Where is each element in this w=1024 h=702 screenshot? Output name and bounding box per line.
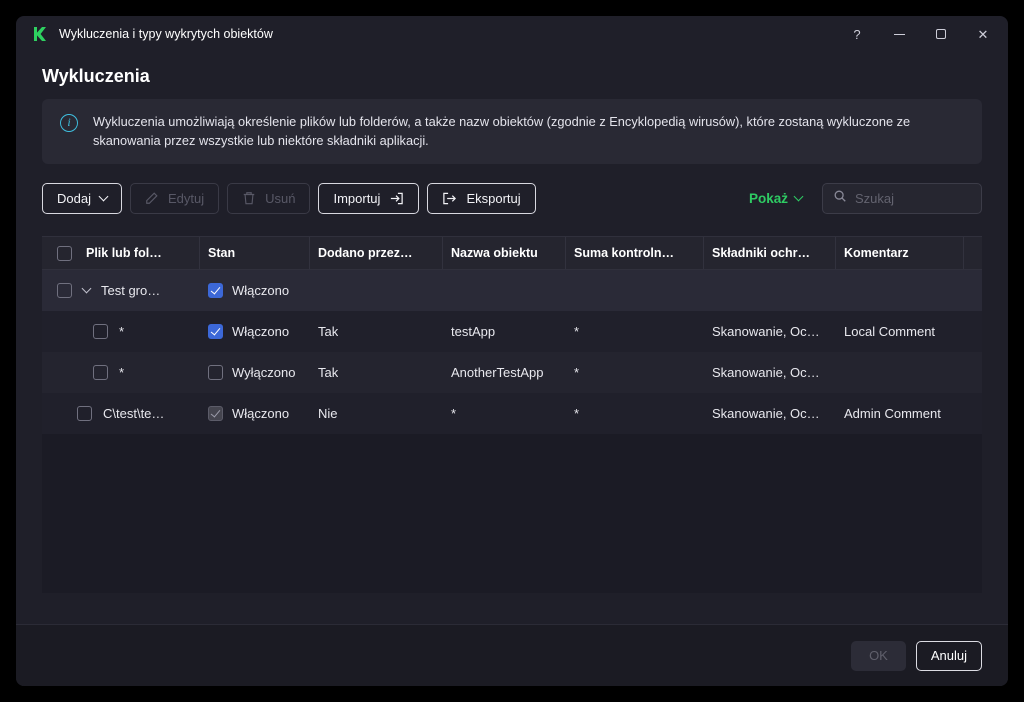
ok-button[interactable]: OK: [851, 641, 906, 671]
comment-value: Admin Comment: [844, 406, 941, 421]
column-header-checksum[interactable]: Suma kontroln…: [566, 237, 704, 269]
add-button[interactable]: Dodaj: [42, 183, 122, 214]
components-value: Skanowanie, Oc…: [712, 406, 820, 421]
row-select-checkbox[interactable]: [57, 283, 72, 298]
added-by-value: Nie: [318, 406, 338, 421]
object-name-value: *: [451, 406, 456, 421]
toolbar-right: Pokaż: [749, 183, 982, 214]
state-label: Włączono: [232, 283, 289, 298]
state-checkbox[interactable]: [208, 283, 223, 298]
state-label: Włączono: [232, 406, 289, 421]
dialog-footer: OK Anuluj: [16, 624, 1008, 686]
state-checkbox[interactable]: [208, 324, 223, 339]
row-select-checkbox[interactable]: [77, 406, 92, 421]
show-filter-button[interactable]: Pokaż: [749, 191, 802, 206]
table-empty-area: [42, 434, 982, 593]
delete-button[interactable]: Usuń: [227, 183, 310, 214]
title-bar: Wykluczenia i typy wykrytych obiektów ? …: [16, 16, 1008, 48]
select-all-checkbox[interactable]: [57, 246, 72, 261]
toolbar: Dodaj Edytuj Usuń Importuj Eksportuj: [42, 182, 982, 214]
state-checkbox[interactable]: [208, 365, 223, 380]
exclusion-path: C\test\te…: [103, 406, 164, 421]
file-name-cell: C\test\te…: [42, 406, 200, 421]
info-banner-text: Wykluczenia umożliwiają określenie plikó…: [93, 113, 964, 150]
chevron-down-icon: [794, 191, 804, 201]
column-header-added-by[interactable]: Dodano przez…: [310, 237, 443, 269]
table-row[interactable]: * Wyłączono Tak AnotherTestApp * Skanowa…: [42, 352, 982, 393]
search-input[interactable]: [855, 191, 971, 206]
column-header-spacer: [964, 237, 982, 269]
search-icon: [833, 189, 847, 208]
state-checkbox[interactable]: [208, 406, 223, 421]
row-select-checkbox[interactable]: [93, 365, 108, 380]
object-name-value: AnotherTestApp: [451, 365, 544, 380]
exclusions-table: Plik lub fol… Stan Dodano przez… Nazwa o…: [42, 236, 982, 593]
export-button[interactable]: Eksportuj: [427, 183, 535, 214]
info-icon: i: [60, 114, 78, 132]
state-cell: Wyłączono: [200, 365, 310, 380]
export-button-label: Eksportuj: [466, 191, 520, 206]
delete-button-label: Usuń: [265, 191, 295, 206]
components-value: Skanowanie, Oc…: [712, 365, 820, 380]
column-header-object-name[interactable]: Nazwa obiektu: [443, 237, 566, 269]
window-controls: ? ✕: [850, 27, 990, 41]
import-button-label: Importuj: [333, 191, 380, 206]
object-name-value: testApp: [451, 324, 495, 339]
import-button[interactable]: Importuj: [318, 183, 419, 214]
edit-button-label: Edytuj: [168, 191, 204, 206]
select-all-cell: [42, 237, 78, 269]
help-button[interactable]: ?: [850, 27, 864, 41]
table-header: Plik lub fol… Stan Dodano przez… Nazwa o…: [42, 236, 982, 270]
minimize-icon: [894, 34, 905, 35]
page-title: Wykluczenia: [42, 64, 982, 89]
cancel-button[interactable]: Anuluj: [916, 641, 982, 671]
state-cell: Włączono: [200, 406, 310, 421]
export-icon: [442, 191, 457, 206]
column-header-file[interactable]: Plik lub fol…: [78, 237, 200, 269]
chevron-down-icon: [99, 191, 109, 201]
table-row[interactable]: C\test\te… Włączono Nie * * Skanowanie, …: [42, 393, 982, 434]
table-row[interactable]: * Włączono Tak testApp * Skanowanie, Oc……: [42, 311, 982, 352]
maximize-button[interactable]: [934, 27, 948, 41]
exclusion-path: *: [119, 365, 124, 380]
app-window: Wykluczenia i typy wykrytych obiektów ? …: [16, 16, 1008, 686]
added-by-value: Tak: [318, 324, 338, 339]
chevron-down-icon[interactable]: [82, 284, 92, 294]
file-name-cell: *: [42, 324, 200, 339]
pencil-icon: [145, 191, 159, 205]
search-box[interactable]: [822, 183, 982, 214]
column-header-components[interactable]: Składniki ochr…: [704, 237, 836, 269]
show-filter-label: Pokaż: [749, 191, 788, 206]
minimize-button[interactable]: [892, 27, 906, 41]
maximize-icon: [936, 29, 946, 39]
edit-button[interactable]: Edytuj: [130, 183, 219, 214]
add-button-label: Dodaj: [57, 191, 91, 206]
import-icon: [389, 191, 404, 206]
exclusion-group-name: Test gro…: [101, 283, 160, 298]
state-cell: Włączono: [200, 283, 310, 298]
column-header-comment[interactable]: Komentarz: [836, 237, 964, 269]
exclusion-path: *: [119, 324, 124, 339]
table-row[interactable]: Test gro… Włączono: [42, 270, 982, 311]
state-label: Wyłączono: [232, 365, 295, 380]
row-select-checkbox[interactable]: [93, 324, 108, 339]
state-cell: Włączono: [200, 324, 310, 339]
window-title: Wykluczenia i typy wykrytych obiektów: [59, 27, 273, 41]
info-banner: i Wykluczenia umożliwiają określenie pli…: [42, 99, 982, 164]
comment-value: Local Comment: [844, 324, 935, 339]
group-name-cell: Test gro…: [42, 283, 200, 298]
checksum-value: *: [574, 365, 579, 380]
checksum-value: *: [574, 324, 579, 339]
kaspersky-logo-icon: [32, 26, 49, 43]
components-value: Skanowanie, Oc…: [712, 324, 820, 339]
trash-icon: [242, 191, 256, 205]
close-button[interactable]: ✕: [976, 27, 990, 41]
column-header-state[interactable]: Stan: [200, 237, 310, 269]
state-label: Włączono: [232, 324, 289, 339]
file-name-cell: *: [42, 365, 200, 380]
added-by-value: Tak: [318, 365, 338, 380]
checksum-value: *: [574, 406, 579, 421]
